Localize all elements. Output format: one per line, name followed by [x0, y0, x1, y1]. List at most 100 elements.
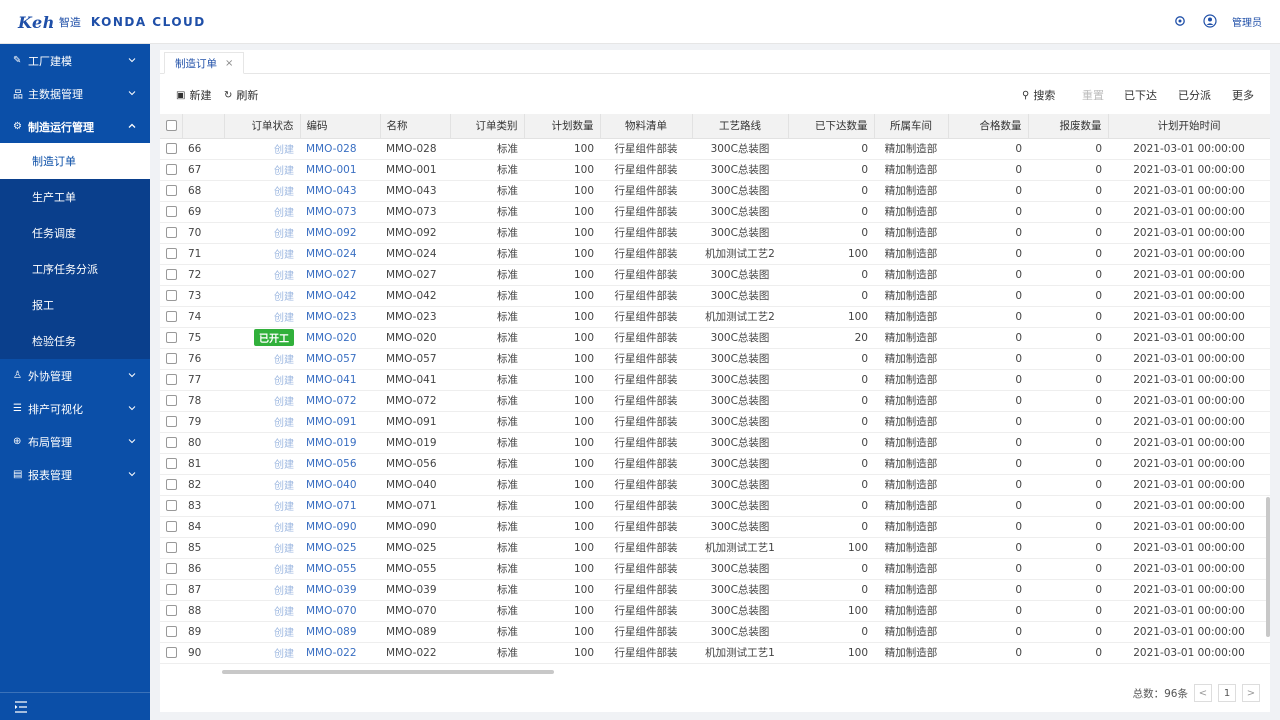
code-cell[interactable]: MMO-091	[300, 411, 380, 433]
code-cell[interactable]: MMO-073	[300, 201, 380, 223]
row-select-cell[interactable]	[160, 306, 182, 328]
code-cell[interactable]: MMO-056	[300, 453, 380, 475]
code-cell[interactable]: MMO-042	[300, 285, 380, 307]
code-cell-text[interactable]: MMO-073	[306, 206, 357, 218]
row-checkbox[interactable]	[166, 416, 177, 427]
select-all-checkbox[interactable]	[166, 120, 177, 132]
menu-group-layout[interactable]: ⊕ 布局管理	[0, 425, 150, 458]
sidebar-item-manufacturing-order[interactable]: 制造订单	[0, 143, 150, 179]
code-cell-text[interactable]: MMO-089	[306, 626, 357, 638]
table-row[interactable]: 87 创建 MMO-039 MMO-039 标准 100 行星组件部装 300C总装图 0 精加制…	[160, 579, 1270, 601]
row-checkbox[interactable]	[166, 605, 177, 616]
row-checkbox[interactable]	[166, 521, 177, 532]
table-row[interactable]: 90 创建 MMO-022 MMO-022 标准 100 行星组件部装 机加测试工艺1 100 精…	[160, 642, 1270, 664]
row-select-cell[interactable]	[160, 453, 182, 475]
prev-page-button[interactable]: <	[1194, 684, 1212, 702]
assigned-button[interactable]: 已分派	[1178, 87, 1211, 103]
column-header-route[interactable]: 工艺路线	[692, 114, 789, 139]
reset-button[interactable]: 重置	[1082, 87, 1104, 103]
row-checkbox[interactable]	[166, 227, 177, 238]
table-row[interactable]: 74 创建 MMO-023 MMO-023 标准 100 行星组件部装 机加测试工艺2 100 精…	[160, 306, 1270, 328]
row-select-cell[interactable]	[160, 579, 182, 601]
row-select-cell[interactable]	[160, 327, 182, 349]
row-checkbox[interactable]	[166, 458, 177, 469]
row-checkbox[interactable]	[166, 395, 177, 406]
row-select-cell[interactable]	[160, 390, 182, 412]
table-row[interactable]: 68 创建 MMO-043 MMO-043 标准 100 行星组件部装 300C总装图 0 精加制…	[160, 180, 1270, 202]
code-cell-text[interactable]: MMO-056	[306, 458, 357, 470]
row-select-cell[interactable]	[160, 600, 182, 622]
column-header-plan-qty[interactable]: 计划数量	[524, 114, 601, 139]
table-row[interactable]: 75 已开工 MMO-020 MMO-020 标准 100 行星组件部装 300C总装图 20 精…	[160, 327, 1270, 349]
row-select-cell[interactable]	[160, 537, 182, 559]
row-checkbox[interactable]	[166, 332, 177, 343]
row-checkbox[interactable]	[166, 248, 177, 259]
row-select-cell[interactable]	[160, 558, 182, 580]
row-checkbox[interactable]	[166, 647, 177, 658]
user-name[interactable]: 管理员	[1232, 14, 1262, 29]
code-cell[interactable]: MMO-089	[300, 621, 380, 643]
code-cell-text[interactable]: MMO-028	[306, 143, 357, 155]
table-row[interactable]: 66 创建 MMO-028 MMO-028 标准 100 行星组件部装 300C总装图 0 精加制…	[160, 138, 1270, 160]
code-cell-text[interactable]: MMO-090	[306, 521, 357, 533]
menu-group-outsourcing[interactable]: ♙ 外协管理	[0, 359, 150, 392]
code-cell-text[interactable]: MMO-027	[306, 269, 357, 281]
code-cell-text[interactable]: MMO-039	[306, 584, 357, 596]
issued-button[interactable]: 已下达	[1124, 87, 1157, 103]
code-cell-text[interactable]: MMO-057	[306, 353, 357, 365]
row-checkbox[interactable]	[166, 311, 177, 322]
row-checkbox[interactable]	[166, 143, 177, 154]
table-row[interactable]: 71 创建 MMO-024 MMO-024 标准 100 行星组件部装 机加测试工艺2 100 精…	[160, 243, 1270, 265]
menu-group-master-data[interactable]: 品 主数据管理	[0, 77, 150, 110]
column-header-status[interactable]: 订单状态	[224, 114, 301, 139]
row-select-cell[interactable]	[160, 369, 182, 391]
column-header-code[interactable]: 编码	[300, 114, 381, 139]
code-cell-text[interactable]: MMO-092	[306, 227, 357, 239]
code-cell[interactable]: MMO-040	[300, 474, 380, 496]
code-cell-text[interactable]: MMO-001	[306, 164, 357, 176]
row-select-cell[interactable]	[160, 201, 182, 223]
sidebar-item-report-work[interactable]: 报工	[0, 287, 150, 323]
code-cell[interactable]: MMO-057	[300, 348, 380, 370]
next-page-button[interactable]: >	[1242, 684, 1260, 702]
table-row[interactable]: 80 创建 MMO-019 MMO-019 标准 100 行星组件部装 300C总装图 0 精加制…	[160, 432, 1270, 454]
table-row[interactable]: 88 创建 MMO-070 MMO-070 标准 100 行星组件部装 300C总装图 100 精…	[160, 600, 1270, 622]
table-row[interactable]: 76 创建 MMO-057 MMO-057 标准 100 行星组件部装 300C总装图 0 精加制…	[160, 348, 1270, 370]
column-header-bom[interactable]: 物料清单	[600, 114, 693, 139]
table-row[interactable]: 72 创建 MMO-027 MMO-027 标准 100 行星组件部装 300C总装图 0 精加制…	[160, 264, 1270, 286]
row-checkbox[interactable]	[166, 374, 177, 385]
row-checkbox[interactable]	[166, 500, 177, 511]
code-cell[interactable]: MMO-090	[300, 516, 380, 538]
row-select-cell[interactable]	[160, 222, 182, 244]
column-header-good-qty[interactable]: 合格数量	[948, 114, 1029, 139]
code-cell[interactable]: MMO-072	[300, 390, 380, 412]
search-button[interactable]: ⚲ 搜索	[1022, 87, 1055, 103]
table-row[interactable]: 82 创建 MMO-040 MMO-040 标准 100 行星组件部装 300C总装图 0 精加制…	[160, 474, 1270, 496]
user-avatar-icon[interactable]	[1202, 13, 1218, 29]
new-button[interactable]: ▣ 新建	[176, 87, 211, 103]
code-cell-text[interactable]: MMO-072	[306, 395, 357, 407]
menu-group-scheduling-visual[interactable]: ☰ 排产可视化	[0, 392, 150, 425]
table-row[interactable]: 81 创建 MMO-056 MMO-056 标准 100 行星组件部装 300C总装图 0 精加制…	[160, 453, 1270, 475]
code-cell-text[interactable]: MMO-022	[306, 647, 357, 659]
tab-manufacturing-order[interactable]: 制造订单 ×	[164, 52, 245, 74]
table-row[interactable]: 69 创建 MMO-073 MMO-073 标准 100 行星组件部装 300C总装图 0 精加制…	[160, 201, 1270, 223]
row-select-cell[interactable]	[160, 474, 182, 496]
code-cell[interactable]: MMO-020	[300, 327, 380, 349]
row-checkbox[interactable]	[166, 290, 177, 301]
code-cell[interactable]: MMO-022	[300, 642, 380, 664]
row-checkbox[interactable]	[166, 206, 177, 217]
code-cell[interactable]: MMO-071	[300, 495, 380, 517]
table-row[interactable]: 78 创建 MMO-072 MMO-072 标准 100 行星组件部装 300C总装图 0 精加制…	[160, 390, 1270, 412]
more-button[interactable]: 更多	[1232, 87, 1254, 103]
row-checkbox[interactable]	[166, 626, 177, 637]
column-header-name[interactable]: 名称	[380, 114, 451, 139]
row-select-cell[interactable]	[160, 285, 182, 307]
settings-gear-icon[interactable]	[1172, 13, 1188, 29]
row-checkbox[interactable]	[166, 437, 177, 448]
select-all-header[interactable]	[160, 114, 183, 139]
code-cell-text[interactable]: MMO-091	[306, 416, 357, 428]
table-row[interactable]: 67 创建 MMO-001 MMO-001 标准 100 行星组件部装 300C总装图 0 精加制…	[160, 159, 1270, 181]
code-cell-text[interactable]: MMO-019	[306, 437, 357, 449]
row-checkbox[interactable]	[166, 185, 177, 196]
